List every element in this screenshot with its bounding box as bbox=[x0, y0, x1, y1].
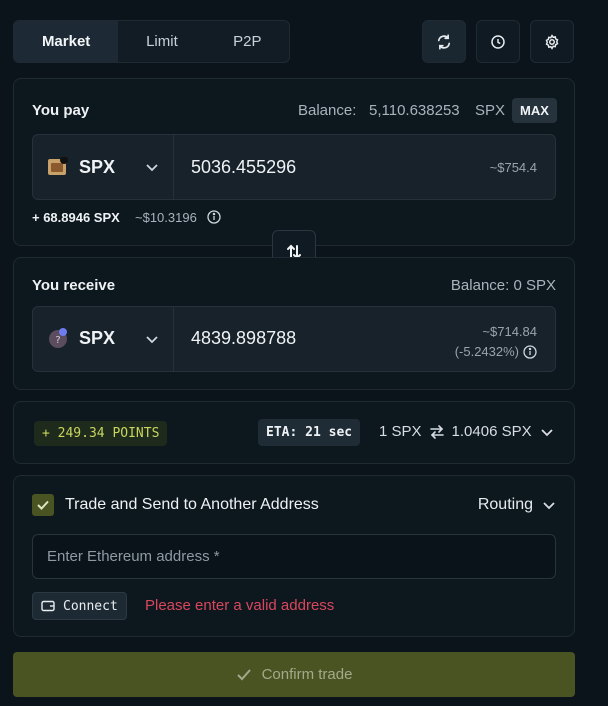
spx-token-icon: ? bbox=[49, 328, 67, 348]
send-to-address-label: Trade and Send to Another Address bbox=[65, 496, 319, 513]
max-button[interactable]: MAX bbox=[512, 98, 557, 123]
receive-label: You receive bbox=[32, 277, 116, 294]
chevron-down-icon bbox=[146, 164, 158, 172]
send-to-address-checkbox[interactable] bbox=[32, 494, 54, 516]
svg-text:?: ? bbox=[55, 335, 60, 346]
chevron-down-icon bbox=[540, 428, 553, 436]
confirm-trade-button[interactable]: Confirm trade bbox=[13, 652, 575, 697]
trade-mode-tabs: Market Limit P2P bbox=[13, 20, 290, 63]
rate-to: 1.0406 SPX bbox=[451, 423, 532, 440]
receive-token-selector[interactable]: ? SPX bbox=[33, 307, 174, 371]
settings-button[interactable] bbox=[530, 20, 574, 63]
routing-dropdown[interactable]: Routing bbox=[478, 496, 556, 514]
send-address-card: Trade and Send to Another Address Routin… bbox=[13, 475, 575, 637]
rate-from: 1 SPX bbox=[379, 423, 422, 440]
pay-extra-amount: + 68.8946 SPX bbox=[32, 210, 120, 225]
pay-token-selector[interactable]: SPX bbox=[33, 135, 174, 199]
pay-usd-value: ~$754.4 bbox=[489, 160, 537, 175]
pay-balance-label: Balance: bbox=[298, 102, 357, 119]
connect-label: Connect bbox=[63, 598, 118, 614]
pay-balance-value: 5,110.638253 bbox=[369, 102, 460, 119]
tab-limit[interactable]: Limit bbox=[118, 21, 205, 62]
ethereum-address-input[interactable] bbox=[32, 534, 556, 579]
receive-usd-value: ~$714.84 bbox=[482, 324, 537, 339]
confirm-trade-label: Confirm trade bbox=[261, 666, 353, 683]
pay-balance-unit: SPX bbox=[475, 102, 506, 119]
info-icon[interactable] bbox=[207, 210, 221, 224]
routing-label: Routing bbox=[477, 496, 533, 513]
pay-input-row: SPX 5036.455296 ~$754.4 bbox=[32, 134, 556, 200]
chevron-down-icon bbox=[543, 502, 555, 510]
points-badge: + 249.34 POINTS bbox=[34, 421, 168, 446]
pay-label: You pay bbox=[32, 102, 90, 119]
spx-token-icon bbox=[48, 157, 68, 175]
refresh-button[interactable] bbox=[422, 20, 466, 63]
chevron-down-icon bbox=[146, 336, 158, 344]
tab-market[interactable]: Market bbox=[14, 21, 119, 62]
wallet-icon bbox=[41, 600, 55, 612]
trade-info-card: + 249.34 POINTS ETA: 21 sec 1 SPX 1.0406… bbox=[13, 401, 575, 464]
receive-amount: 4839.898788 bbox=[191, 328, 297, 348]
pay-card: You pay Balance: 5,110.638253 SPX MAX SP… bbox=[13, 78, 575, 246]
pay-extra-usd: ~$10.3196 bbox=[135, 210, 197, 225]
receive-token-name: SPX bbox=[79, 328, 116, 348]
connect-wallet-button[interactable]: Connect bbox=[32, 592, 127, 620]
checkmark-icon bbox=[37, 500, 49, 510]
pay-amount-input[interactable]: 5036.455296 bbox=[191, 157, 296, 178]
receive-balance: Balance: 0 SPX bbox=[450, 277, 556, 294]
info-icon[interactable] bbox=[523, 345, 537, 359]
clock-icon bbox=[491, 34, 505, 49]
receive-output-row: ? SPX 4839.898788 ~$714.84 (-5.2432%) bbox=[32, 306, 556, 372]
rate-toggle[interactable]: 1 SPX 1.0406 SPX bbox=[379, 423, 554, 440]
checkmark-icon bbox=[236, 668, 251, 680]
tab-p2p[interactable]: P2P bbox=[206, 21, 289, 62]
gear-icon bbox=[545, 33, 559, 50]
address-error-message: Please enter a valid address bbox=[145, 597, 335, 614]
eta-badge: ETA: 21 sec bbox=[258, 419, 361, 446]
exchange-arrows-icon bbox=[429, 424, 444, 439]
receive-usd-change: (-5.2432%) bbox=[454, 344, 519, 359]
history-button[interactable] bbox=[476, 20, 520, 63]
refresh-icon bbox=[437, 33, 451, 50]
receive-card: You receive Balance: 0 SPX ? SPX 4839.89… bbox=[13, 257, 575, 390]
pay-token-name: SPX bbox=[79, 157, 116, 177]
